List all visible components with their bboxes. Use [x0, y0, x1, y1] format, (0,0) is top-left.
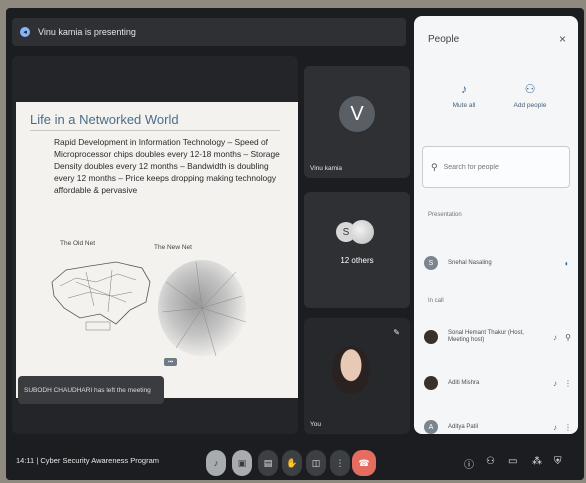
end-call-icon[interactable]: ☎ — [352, 450, 376, 476]
left-meeting-toast: SUBODH CHAUDHARI has left the meeting — [18, 376, 164, 404]
new-net-graph-image — [158, 260, 247, 357]
meeting-window: ◂ Vinu kamia is presenting Life in a Net… — [6, 8, 584, 480]
list-item[interactable]: Aditi Mishra ♪ ⋮ — [424, 372, 574, 394]
people-icon[interactable]: ⚇ — [486, 456, 495, 467]
shared-slide: Life in a Networked World Rapid Developm… — [16, 102, 298, 398]
bottom-control-bar: 14:11 | Cyber Security Awareness Program… — [6, 444, 584, 480]
search-icon: ⚲ — [431, 161, 438, 172]
mic-icon[interactable]: ♪ — [548, 379, 562, 388]
new-net-label: The New Net — [154, 244, 192, 251]
avatar: S — [424, 256, 438, 270]
activities-icon[interactable]: ⁂ — [532, 456, 542, 467]
more-icon[interactable]: ⋮ — [330, 450, 350, 476]
chat-icon[interactable]: ▭ — [508, 456, 517, 467]
avatar — [424, 376, 438, 390]
captions-icon[interactable]: ▤ — [258, 450, 278, 476]
presenting-banner[interactable]: ◂ Vinu kamia is presenting — [12, 18, 406, 46]
slide-body: Rapid Development in Information Technol… — [54, 137, 280, 195]
participant-name: Sonal Hemant Thakur (Host, Meeting host) — [448, 330, 524, 343]
section-label: In call — [428, 298, 444, 304]
mic-icon[interactable]: ♪ — [548, 423, 562, 432]
slide-title: Life in a Networked World — [30, 112, 179, 127]
clock-time: 14:11 — [16, 456, 35, 465]
participant-name: Snehal Nasaling — [448, 259, 492, 266]
present-icon[interactable]: ◐ — [560, 259, 574, 268]
self-video — [332, 346, 370, 394]
meeting-name: Cyber Security Awareness Program — [40, 456, 160, 465]
list-item[interactable]: S Snehal Nasaling ◐ — [424, 252, 574, 274]
presenting-banner-text: Vinu kamia is presenting — [38, 27, 136, 37]
host-controls-icon[interactable]: ⛨ — [554, 456, 562, 467]
others-count: 12 others — [340, 256, 374, 265]
camera-icon[interactable]: ▣ — [232, 450, 252, 476]
mute-icon: ♪ — [461, 82, 467, 96]
map-caption-tag: ▪▪▪ — [164, 358, 178, 366]
search-input[interactable] — [443, 163, 564, 171]
avatar: A — [424, 420, 438, 434]
add-person-icon: ⚇ — [524, 82, 536, 96]
participant-tile-others[interactable]: S 12 others — [304, 192, 410, 308]
raise-hand-icon[interactable]: ✋ — [282, 450, 302, 476]
mute-all-label: Mute all — [452, 102, 476, 109]
people-search[interactable]: ⚲ — [422, 146, 570, 188]
mute-all-button[interactable]: ♪ Mute all — [434, 82, 494, 109]
panel-title: People — [428, 34, 460, 45]
old-net-map-image — [51, 261, 151, 331]
mic-icon[interactable]: ♪ — [548, 333, 562, 342]
participant-name: Aditi Mishra — [448, 379, 480, 386]
mic-off-icon: ✎ — [393, 328, 400, 337]
more-options-icon[interactable]: ⋮ — [562, 379, 574, 388]
pin-icon[interactable]: ⚲ — [562, 333, 574, 342]
participant-name: Aditya Patil — [448, 423, 479, 430]
list-item[interactable]: Sonal Hemant Thakur (Host, Meeting host)… — [424, 326, 574, 348]
add-people-button[interactable]: ⚇ Add people — [500, 82, 560, 109]
list-item[interactable]: A Aditya Patil ♪ ⋮ — [424, 416, 574, 434]
participant-tile-self[interactable]: ✎ You — [304, 318, 410, 434]
tile-name: Vinu kamia — [310, 165, 343, 172]
avatar: V — [339, 96, 375, 132]
avatar-photo — [350, 220, 374, 244]
participant-tile-vinu[interactable]: V Vinu kamia — [304, 66, 410, 178]
present-icon: ◂ — [20, 27, 30, 37]
separator: | — [36, 456, 39, 465]
info-icon[interactable]: ⓘ — [464, 456, 474, 471]
present-icon[interactable]: ◫ — [306, 450, 326, 476]
more-options-icon[interactable]: ⋮ — [562, 423, 574, 432]
add-people-label: Add people — [513, 102, 547, 109]
people-panel: People × ♪ Mute all ⚇ Add people ⚲ Prese… — [414, 16, 578, 434]
mic-icon[interactable]: ♪ — [206, 450, 226, 476]
old-net-label: The Old Net — [60, 240, 96, 247]
tile-name: You — [310, 421, 321, 428]
slide-divider — [30, 130, 280, 131]
section-label: Presentation — [428, 212, 462, 218]
meeting-details[interactable]: 14:11 | Cyber Security Awareness Program — [16, 456, 159, 465]
avatar — [424, 330, 438, 344]
close-icon[interactable]: × — [559, 32, 566, 46]
